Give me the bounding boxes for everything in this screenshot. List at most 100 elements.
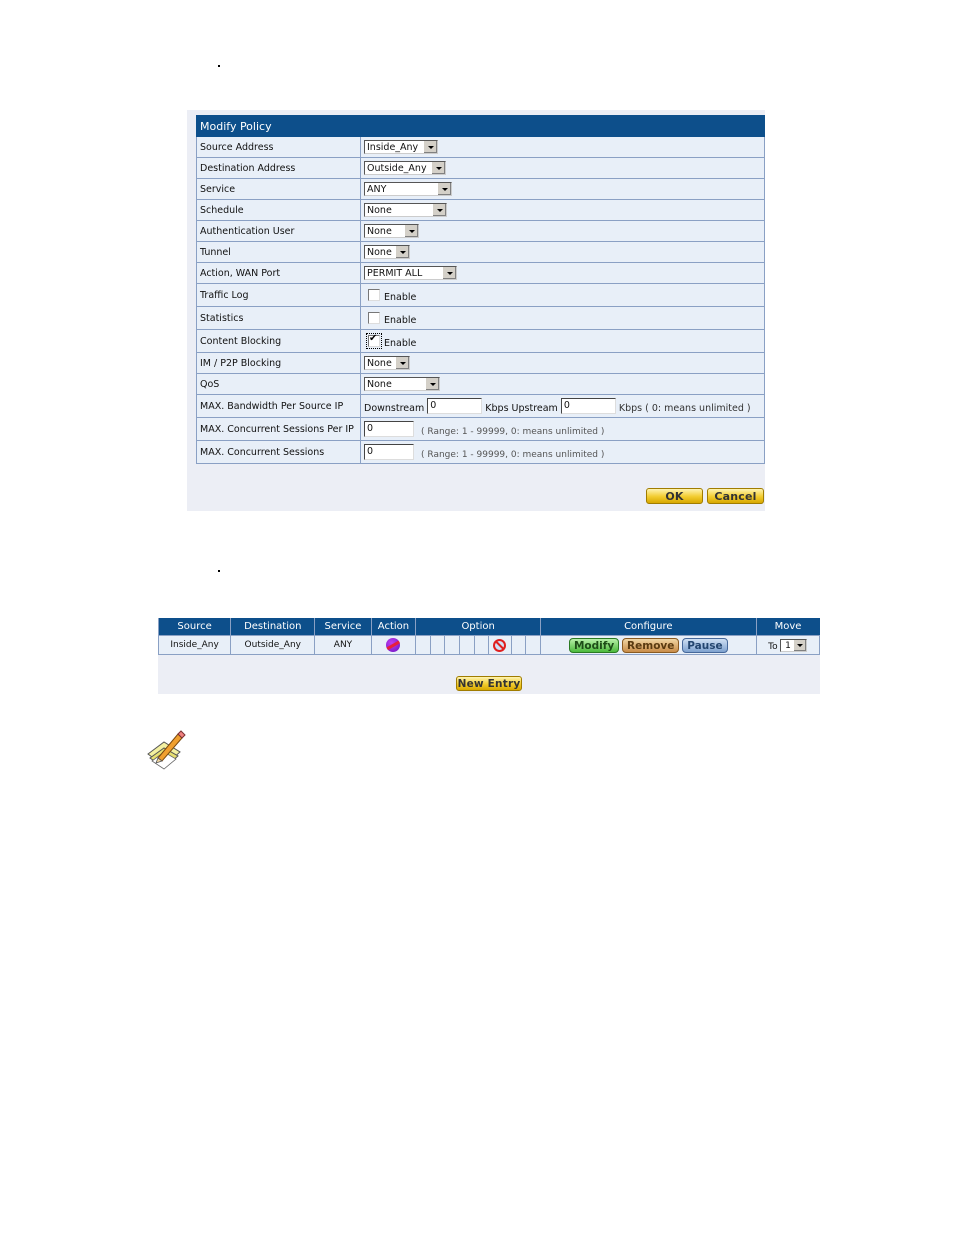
form-row-statistics: Statistics Enable: [196, 306, 765, 330]
service-select[interactable]: ANY: [364, 182, 452, 196]
field-label: Traffic Log: [196, 283, 361, 307]
modify-button[interactable]: Modify: [568, 637, 620, 653]
option-cell: [473, 635, 490, 655]
bullet-point: [218, 65, 220, 67]
chevron-down-icon: [794, 639, 807, 651]
form-row-content-blocking: Content Blocking Enable: [196, 329, 765, 353]
chevron-down-icon: [425, 378, 439, 390]
option-cell: [510, 635, 527, 655]
form-row-max-sessions-per-ip: MAX. Concurrent Sessions Per IP 0 ( Rang…: [196, 417, 765, 441]
selected-value: None: [367, 247, 392, 258]
column-header-action: Action: [370, 618, 416, 636]
cancel-button[interactable]: Cancel: [707, 488, 764, 504]
cell-destination: Outside_Any: [230, 635, 316, 655]
cell-configure: Modify Remove Pause: [540, 635, 757, 655]
selected-value: None: [367, 205, 392, 216]
form-row-authentication-user: Authentication User None: [196, 220, 765, 242]
option-cell: [525, 635, 542, 655]
column-header-source: Source: [157, 618, 231, 636]
field-label: Schedule: [196, 199, 361, 221]
move-to-label: To: [768, 641, 778, 652]
upstream-input[interactable]: 0: [560, 398, 616, 414]
selected-value: 1: [785, 640, 791, 651]
option-cell: [444, 635, 460, 655]
upstream-label: Kbps Upstream: [485, 402, 558, 414]
field-label: Destination Address: [196, 157, 361, 179]
ok-button[interactable]: OK: [646, 488, 703, 504]
max-sessions-per-ip-input[interactable]: 0: [364, 421, 414, 437]
policy-list-table: Source Destination Service Action Option…: [157, 618, 821, 655]
bandwidth-hint: Kbps ( 0: means unlimited ): [618, 402, 751, 414]
selected-value: Inside_Any: [367, 142, 419, 153]
column-header-option: Option: [415, 618, 541, 636]
cell-service: ANY: [314, 635, 372, 655]
field-label: Content Blocking: [196, 329, 361, 353]
option-cell: [415, 635, 431, 655]
policy-list-panel: Source Destination Service Action Option…: [157, 618, 821, 694]
field-label: Action, WAN Port: [196, 262, 361, 284]
downstream-input[interactable]: 0: [427, 398, 483, 414]
checkbox-label: Enable: [384, 314, 417, 326]
form-row-destination-address: Destination Address Outside_Any: [196, 157, 765, 179]
selected-value: PERMIT ALL: [367, 268, 423, 279]
form-row-schedule: Schedule None: [196, 199, 765, 221]
move-position-select[interactable]: 1: [780, 638, 808, 652]
form-row-im-p2p-blocking: IM / P2P Blocking None: [196, 352, 765, 374]
content-blocking-checkbox[interactable]: [366, 333, 382, 349]
form-row-source-address: Source Address Inside_Any: [196, 136, 765, 158]
field-label: QoS: [196, 373, 361, 395]
panel-title: Modify Policy: [196, 115, 765, 137]
qos-select[interactable]: None: [364, 377, 440, 391]
traffic-log-checkbox[interactable]: [368, 289, 380, 301]
cell-source: Inside_Any: [157, 635, 232, 655]
action-wan-port-select[interactable]: PERMIT ALL: [364, 266, 457, 280]
form-row-tunnel: Tunnel None: [196, 241, 765, 263]
field-label: Authentication User: [196, 220, 361, 242]
tunnel-select[interactable]: None: [364, 245, 410, 259]
form-row-max-sessions: MAX. Concurrent Sessions 0 ( Range: 1 - …: [196, 440, 765, 464]
field-label: MAX. Concurrent Sessions Per IP: [196, 417, 361, 441]
field-label: Service: [196, 178, 361, 200]
chevron-down-icon: [395, 246, 409, 258]
selected-value: None: [367, 358, 392, 369]
table-row: Inside_Any Outside_Any ANY Modify Remove…: [157, 635, 821, 655]
modify-policy-table: Modify Policy Source Address Inside_Any …: [196, 115, 765, 464]
field-label: MAX. Concurrent Sessions: [196, 440, 361, 464]
selected-value: ANY: [367, 184, 387, 195]
chevron-down-icon: [395, 357, 409, 369]
statistics-checkbox[interactable]: [368, 312, 380, 324]
field-label: Source Address: [196, 136, 361, 158]
cell-move: To 1: [755, 635, 821, 655]
pause-button[interactable]: Pause: [682, 637, 728, 653]
modify-policy-panel: Modify Policy Source Address Inside_Any …: [187, 110, 765, 511]
source-address-select[interactable]: Inside_Any: [364, 140, 438, 154]
chevron-down-icon: [432, 204, 446, 216]
column-header-service: Service: [314, 618, 372, 636]
column-header-configure: Configure: [540, 618, 757, 636]
schedule-select[interactable]: None: [364, 203, 447, 217]
authentication-user-select[interactable]: None: [364, 224, 419, 238]
chevron-down-icon: [437, 183, 451, 195]
selected-value: Outside_Any: [367, 163, 427, 174]
bullet-point: [218, 570, 220, 572]
new-entry-button[interactable]: New Entry: [456, 676, 522, 691]
form-row-traffic-log: Traffic Log Enable: [196, 283, 765, 307]
option-cell: [429, 635, 446, 655]
im-p2p-blocking-select[interactable]: None: [364, 356, 410, 370]
checkbox-label: Enable: [384, 291, 417, 303]
selected-value: None: [367, 379, 392, 390]
field-label: Tunnel: [196, 241, 361, 263]
chevron-down-icon: [423, 141, 437, 153]
note-pencil-icon: [147, 730, 186, 770]
remove-button[interactable]: Remove: [622, 637, 680, 653]
destination-address-select[interactable]: Outside_Any: [364, 161, 446, 175]
range-hint: ( Range: 1 - 99999, 0: means unlimited ): [421, 449, 605, 460]
downstream-label: Downstream: [364, 402, 425, 414]
form-row-max-bandwidth: MAX. Bandwidth Per Source IP Downstream …: [196, 394, 765, 418]
option-cell: [458, 635, 475, 655]
checkbox-label: Enable: [384, 337, 417, 349]
content-blocking-icon: [493, 638, 507, 652]
chevron-down-icon: [404, 225, 418, 237]
column-header-destination: Destination: [230, 618, 315, 636]
max-sessions-input[interactable]: 0: [364, 444, 414, 460]
